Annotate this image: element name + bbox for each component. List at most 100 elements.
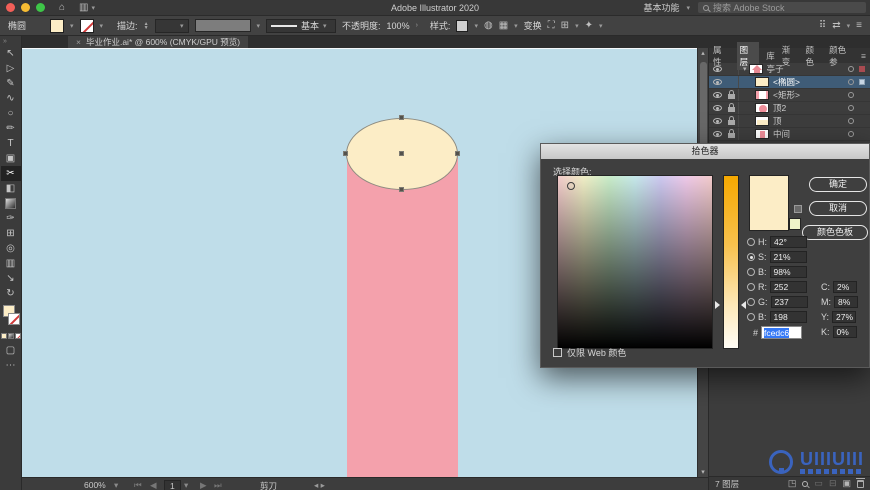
anchor-point-right[interactable] <box>455 151 460 156</box>
chevron-right-icon[interactable]: › <box>416 22 418 29</box>
zoom-tool[interactable]: ◎ <box>1 241 21 256</box>
layer-name[interactable]: <椭圆> <box>773 76 800 88</box>
target-circle[interactable] <box>848 131 854 137</box>
transform-label[interactable]: 变换 <box>524 19 542 32</box>
zoom-window-button[interactable] <box>36 3 45 12</box>
layer-row-group[interactable]: ▾ 亭子 <box>709 63 870 76</box>
lock-icon[interactable] <box>728 116 735 125</box>
web-colors-checkbox[interactable]: 仅限 Web 颜色 <box>553 346 626 359</box>
layer-row-selected[interactable]: <椭圆> <box>709 76 870 89</box>
chevron-down-icon[interactable]: ▾ <box>514 22 518 30</box>
symbol-tool[interactable]: ⊞ <box>1 226 21 241</box>
share-icon[interactable]: ⇄ <box>832 20 840 31</box>
layer-row[interactable]: 中间 <box>709 128 870 141</box>
document-tab[interactable]: × 毕业作业.ai* @ 600% (CMYK/GPU 预览) <box>68 36 249 48</box>
h-value-field[interactable]: 42° <box>770 236 807 248</box>
gamut-color-swatch[interactable] <box>789 218 801 230</box>
new-layer-icon[interactable]: ▣ <box>842 478 851 489</box>
stroke-weight-stepper[interactable]: ▲ ▼ <box>144 21 149 30</box>
scroll-up-icon[interactable]: ▴ <box>698 49 708 57</box>
document-setup-icon[interactable]: ◍ <box>484 20 493 31</box>
color-field[interactable] <box>557 175 713 349</box>
delete-layer-icon[interactable] <box>856 477 865 488</box>
stroke-weight-select[interactable]: ▾ <box>154 18 189 33</box>
type-tool[interactable]: T <box>1 136 21 151</box>
lock-icon[interactable] <box>728 129 735 138</box>
visibility-eye-icon[interactable] <box>712 118 722 124</box>
chevron-down-icon[interactable]: ▾ <box>599 22 603 30</box>
visibility-eye-icon[interactable] <box>712 92 722 98</box>
h-radio[interactable] <box>747 238 755 246</box>
curvature-tool[interactable]: ∿ <box>1 91 21 106</box>
locate-object-icon[interactable] <box>802 480 809 487</box>
b2-value-field[interactable]: 198 <box>769 311 807 323</box>
s-radio[interactable] <box>747 253 755 261</box>
chevron-down-icon[interactable]: ▾ <box>575 22 579 30</box>
target-circle[interactable] <box>848 105 854 111</box>
stroke-indicator[interactable] <box>7 313 20 325</box>
saturation-slider[interactable] <box>723 175 739 349</box>
fill-stroke-indicator[interactable] <box>1 305 21 331</box>
shape-properties-icon[interactable]: ✦ <box>585 20 593 31</box>
pink-rectangle-shape[interactable] <box>347 158 458 477</box>
fill-color-swatch[interactable] <box>50 18 65 33</box>
horizontal-scroll-arrows[interactable]: ◂ ▸ <box>314 480 325 490</box>
gradient-button[interactable] <box>7 333 14 339</box>
anchor-point-left[interactable] <box>343 151 348 156</box>
panel-menu-icon[interactable]: ≡ <box>861 51 866 61</box>
lock-toggle[interactable] <box>725 76 739 88</box>
pen-tool[interactable]: ✎ <box>1 76 21 91</box>
collect-for-export-icon[interactable]: ◳ <box>788 478 797 489</box>
paintbrush-tool[interactable]: ✏ <box>1 121 21 136</box>
close-tab-icon[interactable]: × <box>76 37 81 47</box>
chevron-down-icon[interactable]: ▾ <box>257 22 261 30</box>
hex-value-field[interactable]: fcedc6 <box>761 326 803 339</box>
k-value-field[interactable]: 0% <box>832 326 857 338</box>
m-value-field[interactable]: 8% <box>834 296 858 308</box>
direct-selection-tool[interactable]: ▷ <box>1 61 21 76</box>
eyedropper-tool[interactable]: ✑ <box>1 211 21 226</box>
artboard-tool[interactable]: ▣ <box>1 151 21 166</box>
width-profile-select[interactable] <box>194 19 251 32</box>
clipping-mask-icon[interactable]: ▭ <box>814 478 823 489</box>
ok-button[interactable]: 确定 <box>809 177 867 192</box>
close-window-button[interactable] <box>6 3 15 12</box>
layer-row[interactable]: 顶 <box>709 115 870 128</box>
bounding-box-icon[interactable]: ⛶ <box>548 20 555 31</box>
artboard-number-field[interactable]: 1 <box>164 480 181 490</box>
b2-radio[interactable] <box>747 313 755 321</box>
anchor-point-bottom[interactable] <box>399 187 404 192</box>
g-radio[interactable] <box>747 298 755 306</box>
target-circle[interactable] <box>848 79 854 85</box>
lock-icon[interactable] <box>728 90 735 99</box>
align-objects-icon[interactable]: ⊞ <box>561 20 569 31</box>
s-value-field[interactable]: 21% <box>769 251 807 263</box>
r-radio[interactable] <box>747 283 755 291</box>
chevron-down-icon[interactable]: ▾ <box>847 22 851 30</box>
artboard-dropdown-icon[interactable]: ▾ <box>184 480 188 490</box>
workspace-switcher[interactable]: 基本功能 ▾ <box>643 1 690 14</box>
opacity-value[interactable]: 100% <box>387 21 410 31</box>
target-circle[interactable] <box>848 118 854 124</box>
anchor-point-top[interactable] <box>399 115 404 120</box>
shape-builder-tool[interactable]: ◧ <box>1 181 21 196</box>
gradient-tool[interactable] <box>1 196 21 211</box>
lock-icon[interactable] <box>728 103 735 112</box>
c-value-field[interactable]: 2% <box>833 281 857 293</box>
y-value-field[interactable]: 27% <box>832 311 857 323</box>
expand-caret-icon[interactable]: ▾ <box>743 65 747 73</box>
chevron-down-icon[interactable]: ▾ <box>474 22 478 30</box>
layer-thumbnail[interactable] <box>755 77 769 87</box>
layer-thumbnail[interactable] <box>755 90 769 100</box>
color-button[interactable] <box>0 333 7 339</box>
layer-thumbnail[interactable] <box>748 64 763 74</box>
layer-name[interactable]: 顶2 <box>773 102 786 114</box>
hand-tool[interactable]: ↘ <box>1 271 21 286</box>
layer-row[interactable]: <矩形> <box>709 89 870 102</box>
none-button[interactable] <box>14 333 21 339</box>
layer-name[interactable]: 亭子 <box>767 63 784 75</box>
zoom-dropdown-icon[interactable]: ▾ <box>114 480 118 490</box>
next-artboard-icon[interactable]: ▶ <box>200 480 207 490</box>
ellipse-tool[interactable]: ○ <box>1 106 21 121</box>
layer-name[interactable]: 中间 <box>773 128 790 140</box>
